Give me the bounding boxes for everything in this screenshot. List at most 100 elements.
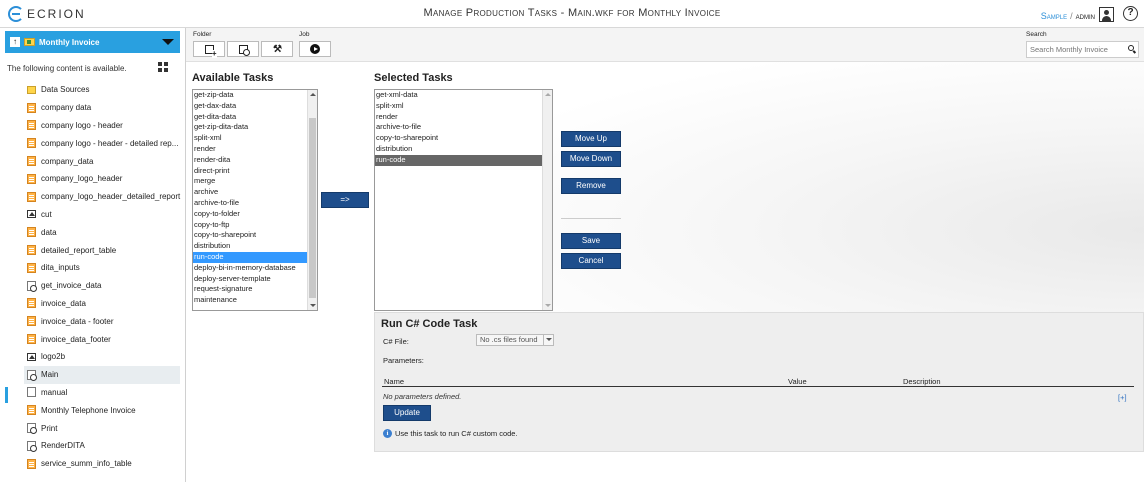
task-option[interactable]: deploy-bi-in-memory-database xyxy=(193,263,317,274)
task-option[interactable]: merge xyxy=(193,176,317,187)
scroll-up-icon[interactable] xyxy=(545,93,551,96)
task-option[interactable]: run-code xyxy=(375,154,552,166)
scroll-up-icon[interactable] xyxy=(310,93,316,96)
task-option[interactable]: archive-to-file xyxy=(375,122,552,133)
file-item-label: manual xyxy=(41,387,68,397)
project-link[interactable]: Sample xyxy=(1041,11,1067,21)
task-option[interactable]: split-xml xyxy=(375,101,552,112)
task-option[interactable]: run-code xyxy=(193,251,317,263)
file-item-label: company_data xyxy=(41,156,94,166)
cancel-button[interactable]: Cancel xyxy=(561,253,621,269)
scroll-thumb[interactable] xyxy=(309,118,316,298)
file-item[interactable]: data xyxy=(24,223,180,241)
task-option[interactable]: archive-to-file xyxy=(193,198,317,209)
available-tasks-list[interactable]: get-zip-data get-dax-data get-dita-data get… xyxy=(192,89,318,311)
task-option[interactable]: direct-print xyxy=(193,166,317,177)
file-item[interactable]: invoice_data_footer xyxy=(24,330,180,348)
up-arrow-icon[interactable]: ↑ xyxy=(10,37,20,47)
move-down-button[interactable]: Move Down xyxy=(561,151,621,167)
task-option[interactable]: render xyxy=(375,112,552,123)
search-input[interactable] xyxy=(1026,41,1139,58)
available-tasks-options: get-zip-data get-dax-data get-dita-data get… xyxy=(193,90,317,306)
xml-file-icon xyxy=(27,102,36,113)
file-item[interactable]: logo2b xyxy=(24,348,180,366)
task-option[interactable]: copy-to-folder xyxy=(193,209,317,220)
task-option[interactable]: copy-to-sharepoint xyxy=(193,230,317,241)
file-item[interactable]: dita_inputs xyxy=(24,259,180,277)
available-tasks-scrollbar[interactable] xyxy=(307,90,317,310)
file-item-label: Print xyxy=(41,423,58,433)
new-folder-button[interactable] xyxy=(193,41,225,58)
update-button[interactable]: Update xyxy=(383,405,431,421)
folder-file-icon xyxy=(27,85,36,94)
file-item[interactable]: invoice_data - footer xyxy=(24,312,180,330)
move-up-button[interactable]: Move Up xyxy=(561,131,621,147)
task-option[interactable]: get-xml-data xyxy=(375,90,552,101)
file-item[interactable]: company_logo_header xyxy=(24,170,180,188)
remove-button[interactable]: Remove xyxy=(561,178,621,194)
help-icon[interactable]: ? xyxy=(1123,6,1138,21)
username-link[interactable]: admin xyxy=(1076,11,1095,21)
task-option[interactable]: deploy-server-template xyxy=(193,274,317,285)
chevron-down-icon[interactable] xyxy=(162,39,174,45)
task-option[interactable]: copy-to-ftp xyxy=(193,220,317,231)
folder-selector[interactable]: ↑ Monthly Invoice xyxy=(5,31,180,53)
task-option[interactable]: maintenance xyxy=(193,295,317,306)
save-button[interactable]: Save xyxy=(561,233,621,249)
task-option[interactable]: archive xyxy=(193,187,317,198)
scroll-down-icon[interactable] xyxy=(310,304,316,307)
task-option[interactable]: split-xml xyxy=(193,133,317,144)
run-job-button[interactable] xyxy=(299,41,331,57)
file-item[interactable]: company_data xyxy=(24,152,180,170)
task-option[interactable]: request-signature xyxy=(193,284,317,295)
task-option[interactable]: distribution xyxy=(375,144,552,155)
user-avatar-icon[interactable] xyxy=(1099,7,1114,22)
add-parameter-link[interactable]: [+] xyxy=(1118,393,1127,402)
xml-file-icon xyxy=(27,262,36,273)
selected-tasks-scrollbar[interactable] xyxy=(542,90,552,310)
file-item[interactable]: RenderDITA xyxy=(24,437,180,455)
add-task-button[interactable]: => xyxy=(321,192,369,208)
grid-view-icon[interactable] xyxy=(158,62,168,72)
selected-tasks-list[interactable]: get-xml-data split-xml render archive-to-fi… xyxy=(374,89,553,311)
task-option[interactable]: get-dax-data xyxy=(193,101,317,112)
file-item[interactable]: company_logo_header_detailed_report xyxy=(24,188,180,206)
file-item[interactable]: Main xyxy=(24,365,180,384)
task-option[interactable]: get-zip-dita-data xyxy=(193,122,317,133)
task-option[interactable]: copy-to-sharepoint xyxy=(375,133,552,144)
task-option[interactable]: get-dita-data xyxy=(193,112,317,123)
file-item[interactable]: Data Sources xyxy=(24,81,180,99)
file-item[interactable]: service_summ_info_table xyxy=(24,455,180,473)
cs-file-select[interactable]: No .cs files found xyxy=(476,334,554,346)
file-item[interactable]: company logo - header xyxy=(24,117,180,135)
file-item[interactable]: company data xyxy=(24,99,180,117)
search-icon[interactable] xyxy=(1128,45,1134,51)
file-item[interactable]: company logo - header - detailed rep... xyxy=(24,134,180,152)
file-item[interactable]: invoice_data xyxy=(24,295,180,313)
job-group-label: Job xyxy=(299,31,310,38)
top-bar: ECRION Manage Production Tasks - Main.wk… xyxy=(0,0,1144,28)
task-option[interactable]: render xyxy=(193,144,317,155)
docgear-file-icon xyxy=(27,369,37,381)
file-item-label: company data xyxy=(41,103,92,113)
cs-file-value: No .cs files found xyxy=(480,335,538,344)
file-item[interactable]: Monthly Telephone Invoice xyxy=(24,401,180,419)
task-option[interactable]: render-dita xyxy=(193,155,317,166)
file-item[interactable]: manual xyxy=(24,384,180,402)
task-option[interactable]: distribution xyxy=(193,241,317,252)
file-item[interactable]: detailed_report_table xyxy=(24,241,180,259)
parameters-table-header: Name Value Description xyxy=(382,375,1134,387)
folder-settings-button[interactable] xyxy=(227,41,259,57)
info-text: Use this task to run C# custom code. xyxy=(395,429,518,438)
file-item[interactable]: get_invoice_data xyxy=(24,277,180,295)
file-item[interactable]: Print xyxy=(24,419,180,437)
file-item-label: Data Sources xyxy=(41,85,90,95)
tools-button[interactable]: ⚒ xyxy=(261,41,293,57)
scroll-down-icon[interactable] xyxy=(545,304,551,307)
task-option[interactable]: get-zip-data xyxy=(193,90,317,101)
file-item-label: company_logo_header xyxy=(41,174,123,184)
file-item[interactable]: cut xyxy=(24,206,180,224)
folder-icon xyxy=(24,38,35,46)
doc-file-icon xyxy=(27,387,36,398)
toolbar: Folder Job ⚒ Search xyxy=(186,28,1144,62)
